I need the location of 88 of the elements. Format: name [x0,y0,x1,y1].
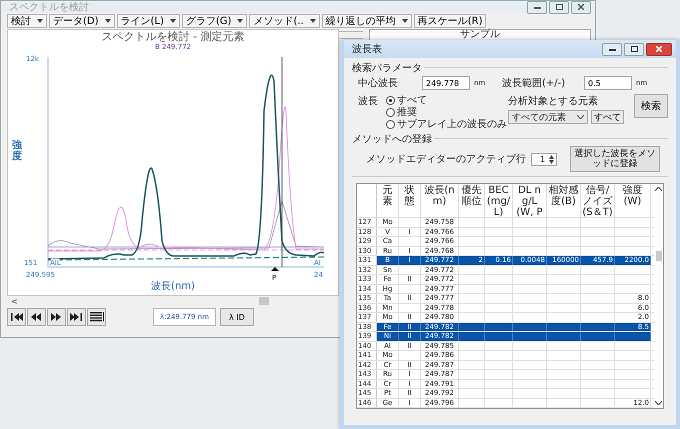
minimize-button[interactable] [527,0,547,14]
field-label: 波長範囲(+/-) [502,76,566,90]
radio-button[interactable] [386,108,395,116]
column-header[interactable]: 信号/ノイズ(S＆T) [581,184,615,217]
active-row-spinner[interactable]: 1 [531,152,558,166]
column-header[interactable]: DL ng/L(W, P [513,184,547,217]
window-title: スペクトルを検討 [9,0,89,14]
close-button[interactable] [646,42,672,56]
vertical-scrollbar[interactable] [654,184,663,408]
sample-panel-title: サンプル [369,29,591,40]
scroll-left-arrow[interactable]: < [11,296,18,306]
arrows-icon [50,312,64,322]
register-button[interactable]: 選択した波長をメソッドに登録 [570,146,660,172]
column-header[interactable]: 波長(nm) [421,184,459,217]
column-header[interactable]: 状態 [399,184,421,217]
scroll-up-icon [655,187,662,191]
caret-icon [310,19,316,23]
scroll-thumb[interactable] [656,251,662,261]
arrows-icon [70,312,84,322]
all-button[interactable]: すべて [591,110,624,124]
radio-button[interactable] [386,96,395,104]
group-title: 検索パラメータ [352,62,422,74]
table-cell [459,332,485,340]
maximize-button[interactable] [624,42,644,56]
column-header[interactable]: 強度(W) [615,184,651,217]
element-dropdown[interactable]: すべての元素 [508,110,588,124]
chart-title: スペクトルを検討 - 測定元素 [102,30,244,43]
toolbar-dropdown[interactable]: 再スケール(R) [414,14,486,28]
arrows-icon [30,312,44,322]
list-icon [90,312,104,322]
id-button[interactable]: λ ID [220,308,254,326]
radio-button[interactable] [386,120,395,128]
column-header[interactable]: 相対感度(B) [547,184,581,217]
last-button[interactable] [67,308,86,326]
peak-marker-icon [271,267,279,271]
center-wavelength-field[interactable]: 249.778 [422,76,470,90]
radio-label: すべて [397,94,427,106]
toolbar-dropdown[interactable]: メソッド(.. [249,14,320,28]
maximize-button[interactable] [549,0,569,14]
next-button[interactable] [47,308,66,326]
panel-divider-lines [339,31,363,39]
radio-label: サブアレイ上の波長のみ [397,118,507,131]
close-button[interactable] [571,0,591,14]
caret-icon [402,19,408,23]
x-axis-title: 波長(nm) [151,281,195,293]
table-cell [615,332,651,340]
toolbar-dropdown[interactable]: グラフ(G) [182,14,248,28]
field-label: 中心波長 [358,76,399,90]
toolbar-dropdown[interactable]: 検討 [7,14,47,28]
caret-icon [237,19,244,23]
maximize-icon [556,4,562,10]
table-cell [581,332,615,340]
y-axis-title: 強度 [12,140,22,162]
list-button[interactable] [87,308,106,326]
minimize-icon [534,6,540,8]
table-cell [547,332,581,340]
first-button[interactable] [7,308,26,326]
arrows-icon [10,312,24,322]
column-header[interactable]: 元素 [377,184,399,217]
maximize-icon [630,46,638,52]
minimize-button[interactable] [602,42,622,56]
horizontal-scrollbar[interactable]: < [7,296,339,306]
search-button[interactable]: 検索 [634,94,668,118]
column-header[interactable]: 優先順位 [459,184,485,217]
dialog-title: 波長表 [352,42,382,56]
table-cell [513,332,547,340]
spinner-arrows-icon [549,154,554,164]
minimize-icon [608,48,616,50]
scroll-thumb[interactable] [259,297,269,305]
field-label: メソッドエディターのアクティブ行 [366,152,526,166]
field-label: 分析対象とする元素 [508,94,599,108]
column-header[interactable]: BEC(mg/L) [485,184,513,217]
toolbar-dropdown[interactable]: ライン(L) [116,14,180,28]
scroll-down-icon [655,401,662,405]
group-title: メソッドへの登録 [352,132,432,146]
toolbar-dropdown[interactable]: データ(D) [49,14,115,28]
radio-label: 推奨 [397,106,417,118]
range-field[interactable]: 0.5 [584,76,632,90]
field-label: 波長 [358,94,378,108]
caret-icon [170,19,176,23]
chevron-icon [577,115,584,119]
close-icon [656,46,662,52]
close-icon [578,4,584,10]
caret-icon [104,19,111,23]
toolbar-dropdown[interactable]: 繰り返しの平均 [322,14,412,28]
caret-icon [37,19,43,23]
table-cell [485,332,513,340]
prev-button[interactable] [27,308,46,326]
